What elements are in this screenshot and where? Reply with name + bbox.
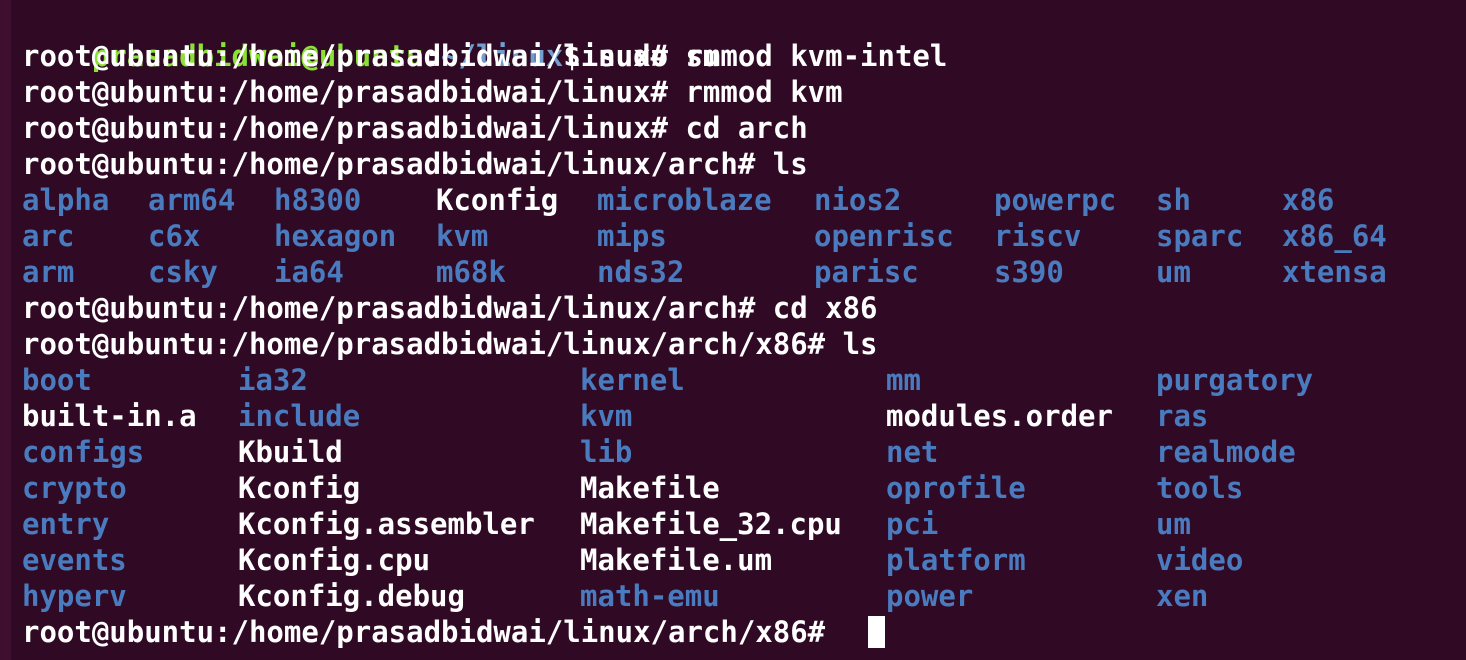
file-entry: Kconfig <box>436 183 559 217</box>
directory-entry: platform <box>886 543 1026 577</box>
directory-entry: x86 <box>1282 183 1335 217</box>
directory-entry: video <box>1156 543 1244 577</box>
file-entry: Kconfig.cpu <box>238 543 431 577</box>
directory-entry: sh <box>1156 183 1191 217</box>
directory-entry: um <box>1156 507 1191 541</box>
history-line: root@ubuntu:/home/prasadbidwai/linux/arc… <box>22 291 878 325</box>
directory-entry: x86_64 <box>1282 219 1387 253</box>
directory-entry: hexagon <box>274 219 397 253</box>
directory-entry: hyperv <box>22 579 127 613</box>
directory-entry: net <box>886 435 939 469</box>
directory-entry: mm <box>886 363 921 397</box>
current-prompt: root@ubuntu:/home/prasadbidwai/linux/arc… <box>22 615 843 649</box>
terminal-cursor <box>868 616 885 648</box>
directory-entry: sparc <box>1156 219 1244 253</box>
directory-entry: powerpc <box>994 183 1117 217</box>
directory-entry: include <box>238 399 361 433</box>
directory-entry: math-emu <box>580 579 720 613</box>
history-line: root@ubuntu:/home/prasadbidwai/linux/arc… <box>22 147 808 181</box>
directory-entry: xtensa <box>1282 255 1387 289</box>
directory-entry: h8300 <box>274 183 362 217</box>
file-entry: Makefile_32.cpu <box>580 507 842 541</box>
directory-entry: alpha <box>22 183 110 217</box>
directory-entry: purgatory <box>1156 363 1314 397</box>
directory-entry: realmode <box>1156 435 1296 469</box>
listing-row: built-in.a include kvm modules.order ras <box>0 398 1466 434</box>
listing-row: alpha arm64 h8300 Kconfig microblaze nios2 pow… <box>0 182 1466 218</box>
directory-entry: events <box>22 543 127 577</box>
directory-entry: crypto <box>22 471 127 505</box>
history-line: root@ubuntu:/home/prasadbidwai/linux# rm… <box>22 75 843 109</box>
directory-entry: configs <box>22 435 145 469</box>
directory-entry: mips <box>597 219 667 253</box>
directory-entry: parisc <box>814 255 919 289</box>
directory-entry: csky <box>148 255 218 289</box>
directory-entry: tools <box>1156 471 1244 505</box>
directory-entry: m68k <box>436 255 506 289</box>
file-entry: modules.order <box>886 399 1113 433</box>
listing-row: boot ia32 kernel mm purgatory <box>0 362 1466 398</box>
file-entry: built-in.a <box>22 399 197 433</box>
listing-row: crypto Kconfig Makefile oprofile tools <box>0 470 1466 506</box>
directory-entry: ia64 <box>274 255 344 289</box>
listing-row: arc c6x hexagon kvm mips openrisc riscv sparc x8… <box>0 218 1466 254</box>
directory-entry: openrisc <box>814 219 954 253</box>
file-entry: Kbuild <box>238 435 343 469</box>
directory-entry: kvm <box>580 399 633 433</box>
listing-row: entry Kconfig.assembler Makefile_32.cpu pci… <box>0 506 1466 542</box>
file-entry: Kconfig.debug <box>238 579 465 613</box>
terminal-window[interactable]: prasadbidwai@ubuntu:~/linux$ sudo su roo… <box>0 0 1466 660</box>
directory-entry: boot <box>22 363 92 397</box>
directory-entry: arm <box>22 255 75 289</box>
history-line: root@ubuntu:/home/prasadbidwai/linux/arc… <box>22 327 878 361</box>
listing-row: events Kconfig.cpu Makefile.um platform vide… <box>0 542 1466 578</box>
directory-entry: lib <box>580 435 633 469</box>
directory-entry: ia32 <box>238 363 308 397</box>
directory-entry: power <box>886 579 974 613</box>
directory-entry: kernel <box>580 363 685 397</box>
directory-entry: entry <box>22 507 110 541</box>
directory-entry: oprofile <box>886 471 1026 505</box>
file-entry: Kconfig <box>238 471 361 505</box>
first-prompt-line: prasadbidwai@ubuntu:~/linux$ sudo su <box>22 2 721 73</box>
directory-entry: xen <box>1156 579 1209 613</box>
file-entry: Kconfig.assembler <box>238 507 535 541</box>
directory-entry: nds32 <box>597 255 685 289</box>
directory-entry: pci <box>886 507 939 541</box>
directory-entry: c6x <box>148 219 201 253</box>
listing-row: hyperv Kconfig.debug math-emu power xen <box>0 578 1466 614</box>
history-line: root@ubuntu:/home/prasadbidwai/linux# cd… <box>22 111 808 145</box>
directory-entry: um <box>1156 255 1191 289</box>
directory-entry: s390 <box>994 255 1064 289</box>
directory-entry: ras <box>1156 399 1209 433</box>
directory-entry: kvm <box>436 219 489 253</box>
listing-row: configs Kbuild lib net realmode <box>0 434 1466 470</box>
directory-entry: nios2 <box>814 183 902 217</box>
history-line: root@ubuntu:/home/prasadbidwai/linux# rm… <box>22 39 948 73</box>
listing-row: arm csky ia64 m68k nds32 parisc s390 um xtensa <box>0 254 1466 290</box>
directory-entry: riscv <box>994 219 1082 253</box>
directory-entry: arm64 <box>148 183 236 217</box>
file-entry: Makefile <box>580 471 720 505</box>
directory-entry: arc <box>22 219 75 253</box>
file-entry: Makefile.um <box>580 543 773 577</box>
directory-entry: microblaze <box>597 183 772 217</box>
